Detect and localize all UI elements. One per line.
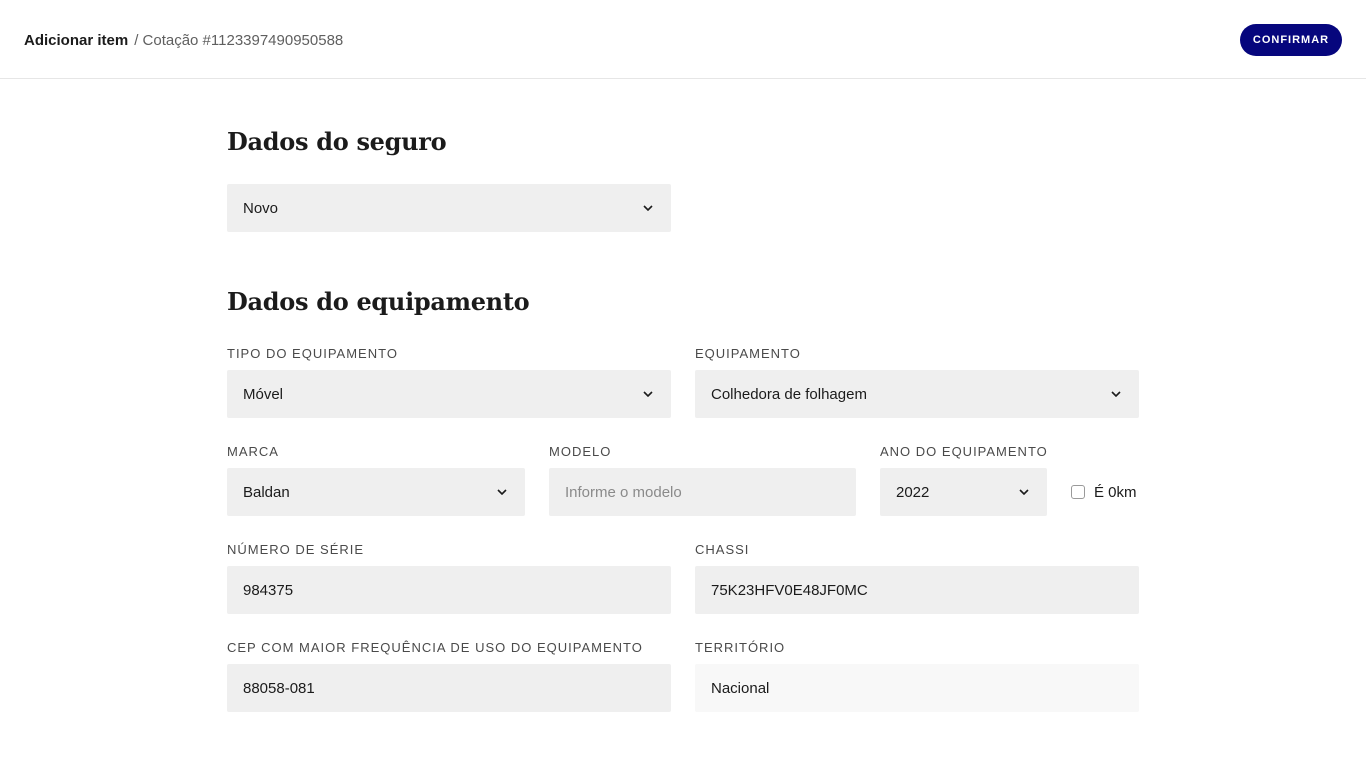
insurance-type-value: Novo bbox=[243, 199, 279, 217]
insurance-type-select[interactable]: Novo bbox=[227, 184, 671, 232]
quote-number: / Cotação #1123397490950588 bbox=[134, 32, 344, 49]
chevron-down-icon bbox=[1109, 387, 1123, 401]
equipment-type-label: TIPO DO EQUIPAMENTO bbox=[227, 346, 398, 361]
page-title: Adicionar item bbox=[24, 32, 129, 49]
equipment-type-select[interactable]: Móvel bbox=[227, 370, 671, 418]
territory-value: Nacional bbox=[711, 679, 770, 697]
cep-value: 88058-081 bbox=[243, 679, 315, 697]
chevron-down-icon bbox=[495, 485, 509, 499]
confirm-button[interactable]: CONFIRMAR bbox=[1240, 24, 1342, 56]
zero-km-checkbox[interactable] bbox=[1071, 485, 1085, 499]
serial-value: 984375 bbox=[243, 581, 294, 599]
insurance-section-heading: Dados do seguro bbox=[227, 127, 447, 156]
year-select[interactable]: 2022 bbox=[880, 468, 1047, 516]
chevron-down-icon bbox=[641, 387, 655, 401]
territory-label: TERRITÓRIO bbox=[695, 640, 786, 655]
chassis-input[interactable]: 75K23HFV0E48JF0MC bbox=[695, 566, 1139, 614]
brand-select[interactable]: Baldan bbox=[227, 468, 525, 516]
serial-input[interactable]: 984375 bbox=[227, 566, 671, 614]
chevron-down-icon bbox=[1017, 485, 1031, 499]
cep-input[interactable]: 88058-081 bbox=[227, 664, 671, 712]
serial-label: NÚMERO DE SÉRIE bbox=[227, 542, 365, 557]
year-value: 2022 bbox=[896, 483, 930, 501]
top-bar: Adicionar item / Cotação #112339749095058… bbox=[0, 0, 1366, 79]
breadcrumb: Adicionar item / Cotação #112339749095058… bbox=[24, 31, 343, 51]
model-placeholder: Informe o modelo bbox=[565, 483, 682, 501]
equipment-label: EQUIPAMENTO bbox=[695, 346, 801, 361]
brand-value: Baldan bbox=[243, 483, 290, 501]
equipment-type-value: Móvel bbox=[243, 385, 284, 403]
territory-field: Nacional bbox=[695, 664, 1139, 712]
chassis-value: 75K23HFV0E48JF0MC bbox=[711, 581, 868, 599]
chevron-down-icon bbox=[641, 201, 655, 215]
equipment-value: Colhedora de folhagem bbox=[711, 385, 867, 403]
model-label: MODELO bbox=[549, 444, 612, 459]
chassis-label: CHASSI bbox=[695, 542, 750, 557]
cep-label: CEP COM MAIOR FREQUÊNCIA DE USO DO EQUIP… bbox=[227, 640, 643, 655]
brand-label: MARCA bbox=[227, 444, 279, 459]
model-input[interactable]: Informe o modelo bbox=[549, 468, 856, 516]
year-label: ANO DO EQUIPAMENTO bbox=[880, 444, 1048, 459]
zero-km-toggle[interactable]: É 0km bbox=[1071, 483, 1137, 501]
zero-km-label: É 0km bbox=[1094, 483, 1137, 501]
equipment-select[interactable]: Colhedora de folhagem bbox=[695, 370, 1139, 418]
equipment-section-heading: Dados do equipamento bbox=[227, 287, 530, 316]
